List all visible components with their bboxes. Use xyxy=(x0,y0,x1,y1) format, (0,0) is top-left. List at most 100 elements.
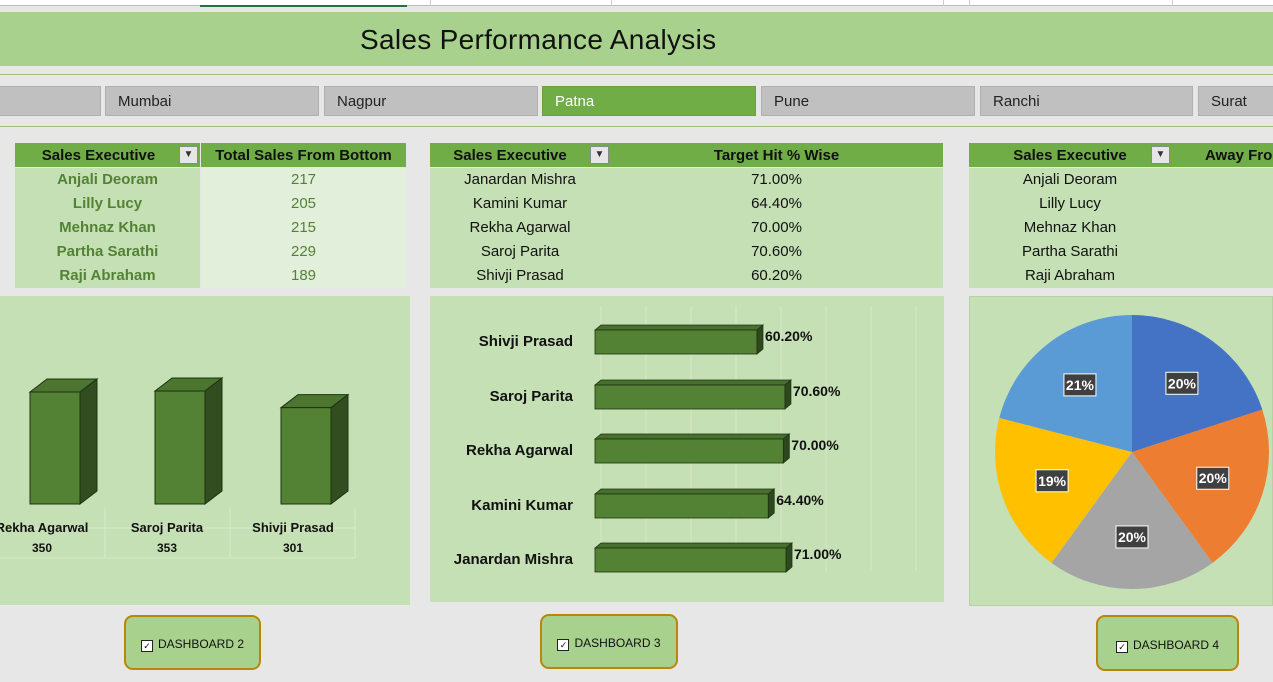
table-row-name: Kamini Kumar xyxy=(430,192,610,216)
data-label: 353 xyxy=(157,541,177,555)
tick-label: Shivji Prasad xyxy=(252,520,334,535)
table-row-value: 217 xyxy=(201,168,406,192)
dashboard-3-button[interactable]: ✓ DASHBOARD 3 xyxy=(540,614,678,669)
table-row-value: 205 xyxy=(201,192,406,216)
tick-label: Saroj Parita xyxy=(490,388,574,405)
pie-chart: 20% 20% 20% 19% 21% xyxy=(995,315,1269,589)
data-label: 301 xyxy=(283,541,303,555)
tick-label: Janardan Mishra xyxy=(454,551,574,568)
divider xyxy=(0,74,1273,75)
tick-label: Kamini Kumar xyxy=(471,497,573,514)
checkbox-icon[interactable]: ✓ xyxy=(557,639,570,651)
data-label: 64.40% xyxy=(776,492,824,508)
table-row-value: 189 xyxy=(201,264,406,288)
slicer-city-mumbai[interactable]: Mumbai xyxy=(105,86,319,116)
bar-side xyxy=(784,379,792,410)
table2-header-executive: Sales Executive xyxy=(430,143,610,167)
bar xyxy=(594,438,784,464)
table1-header-executive: Sales Executive xyxy=(15,143,200,167)
tick-label: Rekha Agarwal xyxy=(466,442,573,459)
bar-top xyxy=(593,542,794,549)
bar xyxy=(280,407,332,505)
table-row-name: Lilly Lucy xyxy=(969,192,1171,216)
table-row-name: Raji Abraham xyxy=(15,264,200,288)
pie-chart-panel: 20% 20% 20% 19% 21% xyxy=(969,296,1273,606)
bar-side xyxy=(204,377,223,506)
bar-side xyxy=(767,488,775,519)
bar-side xyxy=(330,393,349,506)
slicer-city-0[interactable] xyxy=(0,86,101,116)
column-chart-panel: Rekha Agarwal 350 Saroj Parita 353 Shivji Pr… xyxy=(0,296,410,605)
table1-header-total: Total Sales From Bottom xyxy=(201,143,406,167)
bar-side xyxy=(782,433,790,464)
table-row-value: 70.60% xyxy=(610,240,943,264)
table3-values-column xyxy=(1171,168,1273,288)
data-label: 70.00% xyxy=(791,437,839,453)
bar xyxy=(594,329,758,355)
table-row-value: 60.20% xyxy=(610,264,943,288)
slicer-city-ranchi[interactable]: Ranchi xyxy=(980,86,1193,116)
tick-label: Saroj Parita xyxy=(131,520,204,535)
table-row-value: 70.00% xyxy=(610,216,943,240)
checkbox-icon[interactable]: ✓ xyxy=(140,640,153,652)
table3-header-executive: Sales Executive xyxy=(969,143,1171,167)
divider xyxy=(0,126,1273,127)
filter-icon[interactable]: ▼ xyxy=(590,146,609,164)
button-label: DASHBOARD 2 xyxy=(157,637,245,651)
table-row-name: Partha Sarathi xyxy=(969,240,1171,264)
bar xyxy=(29,391,81,505)
bar-chart-panel: Shivji Prasad 60.20% Saroj Parita 70.60% Rek… xyxy=(430,296,944,602)
bar xyxy=(154,390,206,505)
data-label: 21% xyxy=(1066,377,1095,393)
bar-chart: Shivji Prasad 60.20% Saroj Parita 70.60% Rek… xyxy=(454,306,917,573)
tick-label: Shivji Prasad xyxy=(479,333,573,350)
slicer-city-nagpur[interactable]: Nagpur xyxy=(324,86,538,116)
bar-top xyxy=(593,488,776,495)
dashboard-2-button[interactable]: ✓ DASHBOARD 2 xyxy=(124,615,261,670)
table-row-name: Lilly Lucy xyxy=(15,192,200,216)
table3-header-away: Away Fro xyxy=(1171,143,1273,167)
data-label: 20% xyxy=(1199,470,1228,486)
bar xyxy=(594,547,787,573)
filter-icon[interactable]: ▼ xyxy=(1151,146,1170,164)
slicer-city-patna[interactable]: Patna xyxy=(542,86,756,116)
data-label: 20% xyxy=(1168,375,1197,391)
page-title: Sales Performance Analysis xyxy=(360,24,717,55)
table-row-name: Shivji Prasad xyxy=(430,264,610,288)
bar-side xyxy=(79,377,98,506)
table-row-name: Anjali Deoram xyxy=(969,168,1171,192)
data-label: 350 xyxy=(32,541,52,555)
data-label: 19% xyxy=(1038,473,1067,489)
button-label: DASHBOARD 4 xyxy=(1132,638,1220,652)
bar-top xyxy=(593,324,765,331)
bar-top xyxy=(593,379,793,386)
tick-label: Rekha Agarwal xyxy=(0,520,88,535)
data-label: 20% xyxy=(1118,529,1147,545)
filter-icon[interactable]: ▼ xyxy=(179,146,198,164)
dashboard-4-button[interactable]: ✓ DASHBOARD 4 xyxy=(1096,615,1239,671)
table-row-name: Rekha Agarwal xyxy=(430,216,610,240)
table-row-value: 64.40% xyxy=(610,192,943,216)
table-row-value: 71.00% xyxy=(610,168,943,192)
table-row-name: Raji Abraham xyxy=(969,264,1171,288)
bar-side xyxy=(785,542,793,573)
bar-side xyxy=(756,324,764,355)
button-label: DASHBOARD 3 xyxy=(574,636,661,650)
data-label: 70.60% xyxy=(793,383,841,399)
table-row-value: 215 xyxy=(201,216,406,240)
table2-header-target: Target Hit % Wise xyxy=(610,143,943,167)
table-row-value: 229 xyxy=(201,240,406,264)
table-row-name: Mehnaz Khan xyxy=(15,216,200,240)
data-label: 71.00% xyxy=(794,546,842,562)
sheet-grid-strip xyxy=(0,0,1273,7)
table-row-name: Saroj Parita xyxy=(430,240,610,264)
table-row-name: Partha Sarathi xyxy=(15,240,200,264)
checkbox-icon[interactable]: ✓ xyxy=(1115,641,1128,653)
table-row-name: Anjali Deoram xyxy=(15,168,200,192)
slicer-city-pune[interactable]: Pune xyxy=(761,86,975,116)
table-row-name: Janardan Mishra xyxy=(430,168,610,192)
slicer-city-surat[interactable]: Surat xyxy=(1198,86,1273,116)
table-row-name: Mehnaz Khan xyxy=(969,216,1171,240)
bar xyxy=(594,384,786,410)
bar xyxy=(594,493,769,519)
